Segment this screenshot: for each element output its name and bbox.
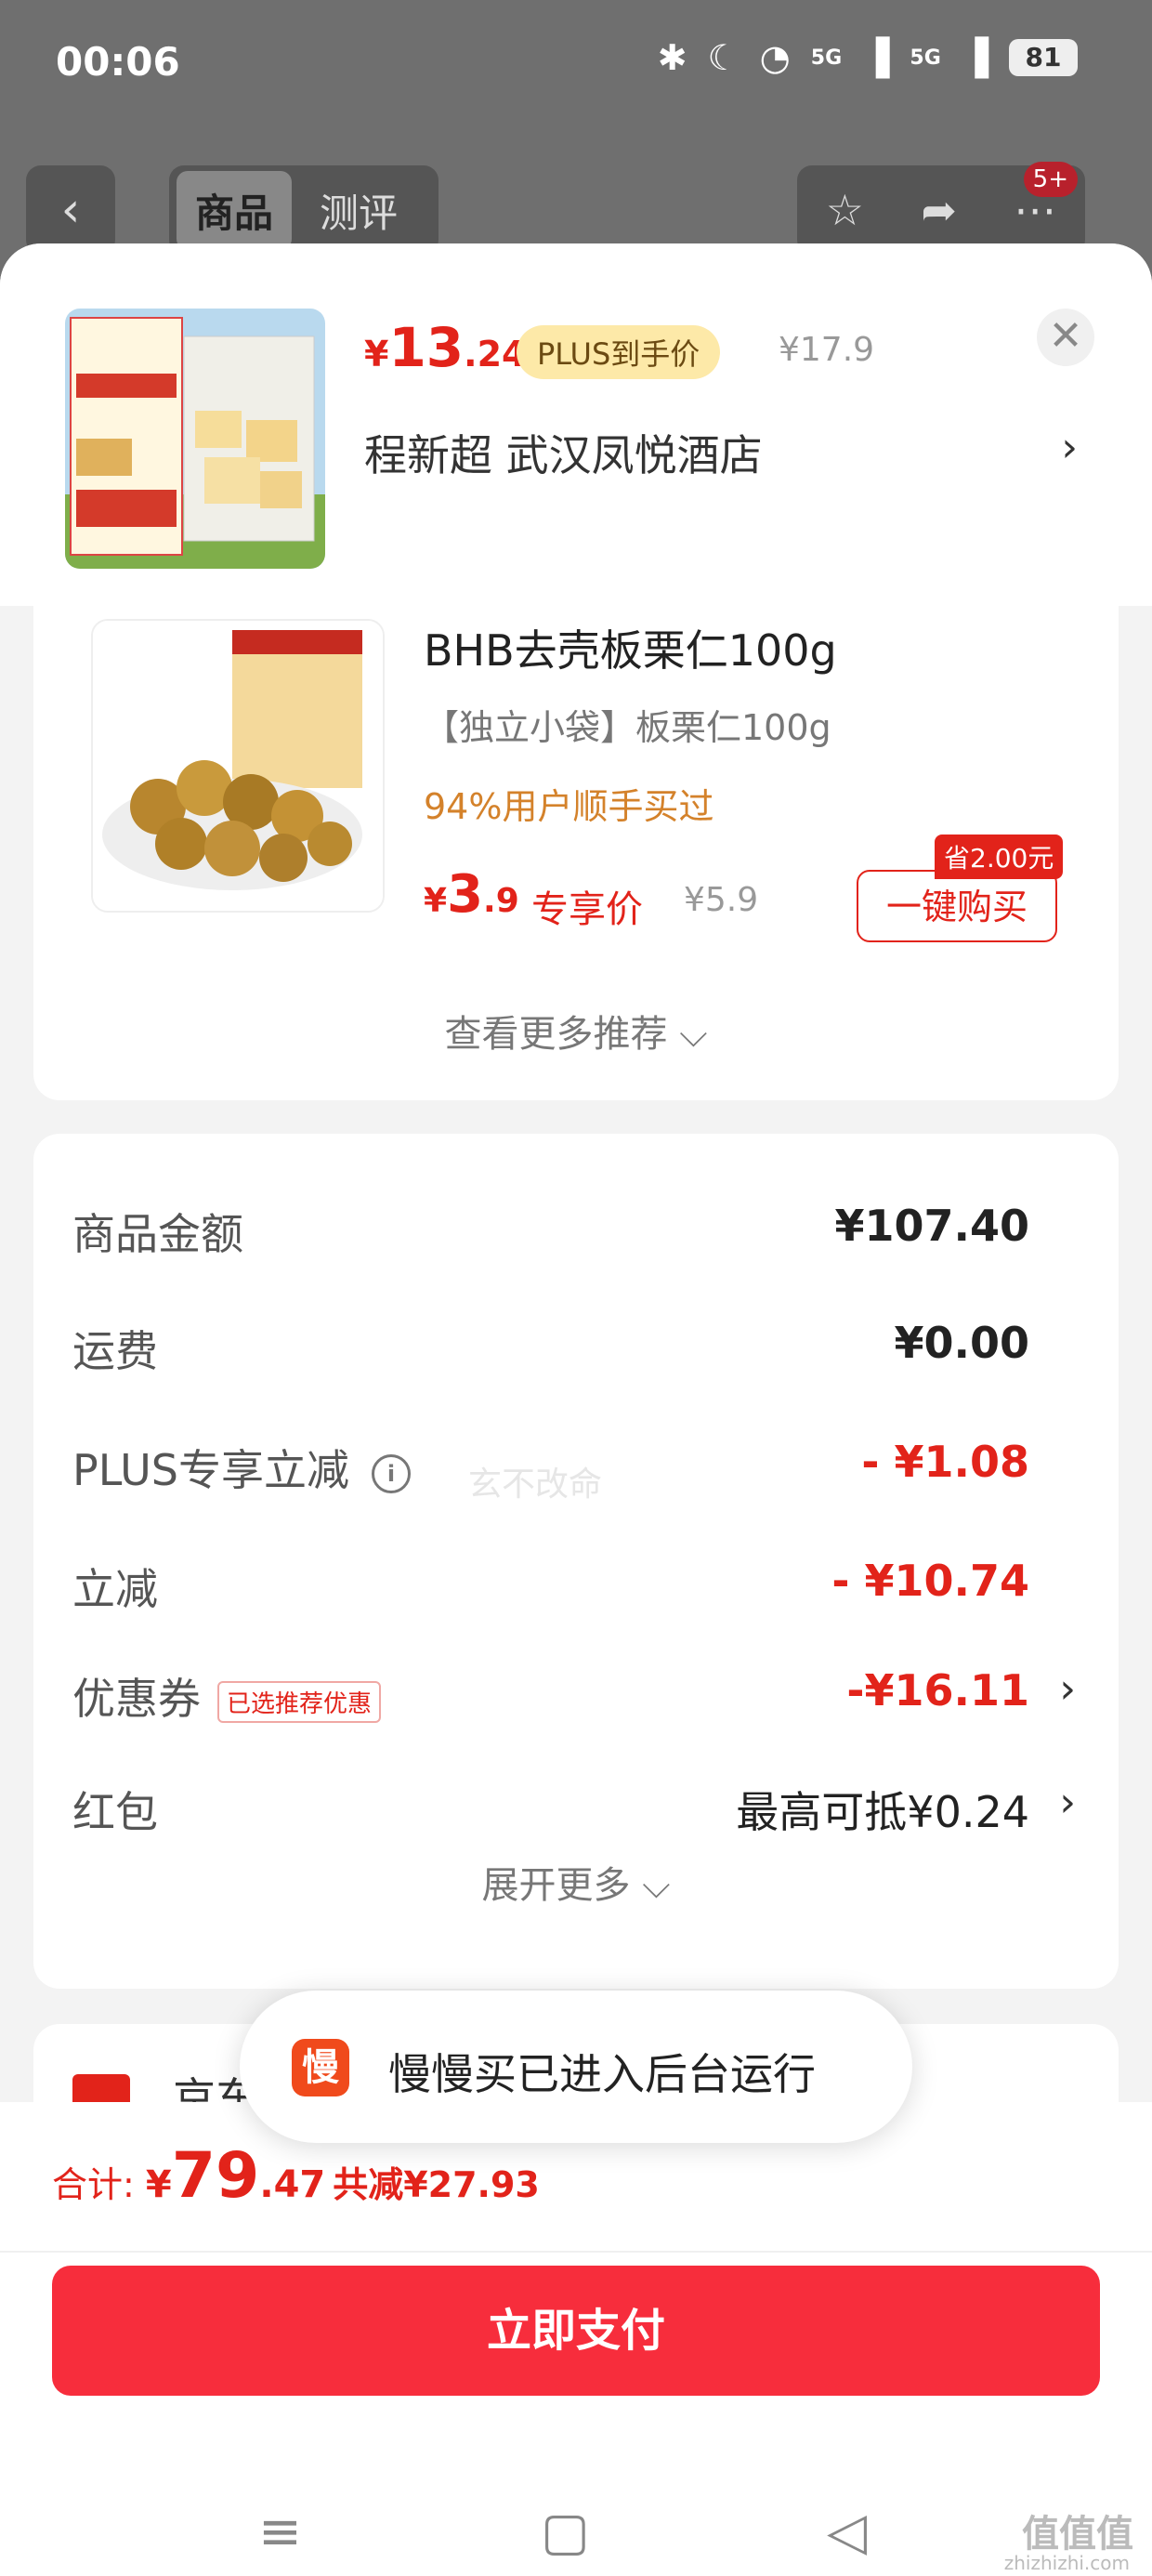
cost-row-shipping: 运费 ¥0.00 [33, 1318, 1119, 1411]
cost-breakdown-card: 玄不改命 商品金额 ¥107.40 运费 ¥0.00 PLUS专享立减 i - ¥… [33, 1134, 1119, 1989]
cost-value: ¥0.00 [894, 1318, 1029, 1368]
segment-tabs: 商品 测评 [169, 165, 439, 255]
cost-label: 运费 [72, 1326, 158, 1376]
bluetooth-icon: ✱ [657, 37, 687, 78]
product-header: ¥13.24 PLUS到手价 ¥17.9 ✕ 程新超 武汉凤悦酒店 › [0, 243, 1152, 606]
price-integer: 13 [388, 316, 465, 379]
back-button[interactable]: ‹ [26, 165, 115, 255]
cost-row-instant-discount: 立减 - ¥10.74 [33, 1556, 1119, 1649]
close-icon: ✕ [1048, 312, 1083, 360]
delivery-address[interactable]: 程新超 武汉凤悦酒店 [364, 422, 763, 483]
divider [0, 2251, 1152, 2253]
site-watermark-url: zhizhizhi.com [1003, 2552, 1130, 2574]
cost-row-plus-discount: PLUS专享立减 i - ¥1.08 [33, 1437, 1119, 1530]
recommendation-original-price: ¥5.9 [684, 881, 759, 919]
expand-more[interactable]: 展开更多 ⌵ [33, 1855, 1119, 1909]
toast-text: 慢慢买已进入后台运行 [388, 2049, 816, 2099]
tab-goods[interactable]: 商品 [177, 170, 293, 250]
coupon-tag: 已选推荐优惠 [217, 1681, 382, 1723]
close-button[interactable]: ✕ [1037, 309, 1094, 366]
cost-label-wrap: 优惠券 已选推荐优惠 [72, 1665, 382, 1727]
product-image [65, 309, 325, 569]
signal-bars-icon-2: ▐ [961, 37, 988, 78]
chevron-right-icon: › [1059, 1665, 1076, 1713]
total-decimal: .47 [259, 2163, 326, 2206]
wifi-icon: ◔ [759, 37, 791, 78]
chevron-right-icon: › [1059, 1779, 1076, 1826]
chevron-left-icon: ‹ [60, 182, 81, 238]
star-icon[interactable]: ☆ [826, 185, 864, 235]
toast: 慢 慢慢买已进入后台运行 [240, 1991, 912, 2143]
status-time: 00:06 [56, 39, 180, 85]
product-price: ¥13.24 [364, 316, 527, 379]
tab-review[interactable]: 测评 [301, 171, 416, 250]
cost-value: ¥107.40 [834, 1201, 1029, 1251]
system-navbar: ≡ ▢ ◁ [0, 2483, 1152, 2576]
pay-now-button[interactable]: 立即支付 [52, 2266, 1100, 2396]
chevron-right-icon[interactable]: › [1061, 424, 1078, 471]
message-badge: 5+ [1023, 162, 1078, 197]
total-saved: 共减¥27.93 [333, 2164, 540, 2205]
bottom-bar: 合计: ¥79.47 共减¥27.93 立即支付 ≡ ▢ ◁ [0, 2102, 1152, 2576]
total-integer: 79 [171, 2139, 260, 2213]
cost-value: -¥16.11 [846, 1665, 1029, 1715]
cost-label-wrap: PLUS专享立减 i [72, 1437, 411, 1498]
one-click-buy-button[interactable]: 一键购买 [857, 870, 1057, 942]
app-icon: 慢 [292, 2039, 349, 2096]
price-currency: ¥ [364, 334, 389, 375]
signal-bars-icon-1: ▐ [862, 37, 890, 78]
total-line: 合计: ¥79.47 共减¥27.93 [52, 2139, 540, 2213]
recommendation-subtitle: 【独立小袋】板栗仁100g [424, 707, 831, 748]
share-icon[interactable]: ➦ [921, 185, 957, 235]
site-watermark: 值值值 [1022, 2513, 1133, 2556]
original-price: ¥17.9 [779, 331, 875, 369]
moon-icon: ☾ [707, 37, 740, 78]
reco-price-integer: 3 [447, 864, 484, 925]
back-triangle-icon[interactable]: ◁ [827, 2502, 867, 2562]
cost-label: 红包 [72, 1787, 158, 1837]
cost-label: 立减 [72, 1564, 158, 1614]
recommendation-rate: 94%用户顺手买过 [424, 786, 714, 827]
recommendation-card: BHB去壳板栗仁100g 【独立小袋】板栗仁100g 94%用户顺手买过 ¥3.… [33, 606, 1119, 1100]
recommendation-price: ¥3.9 [424, 864, 519, 925]
right-tools: ☆ ➦ ⋯ 5+ [797, 162, 1085, 255]
checkout-sheet: ¥13.24 PLUS到手价 ¥17.9 ✕ 程新超 武汉凤悦酒店 › BHB去… [0, 243, 1152, 2576]
chevron-down-icon: ⌵ [679, 1013, 708, 1056]
cost-label: PLUS专享立减 [72, 1445, 349, 1495]
info-icon[interactable]: i [371, 1453, 411, 1493]
cost-row-coupon[interactable]: 优惠券 已选推荐优惠 -¥16.11 › [33, 1665, 1119, 1758]
chevron-down-icon: ⌵ [642, 1864, 671, 1907]
recommendation-image[interactable] [91, 619, 385, 913]
signal-5g-label-1: 5G [810, 46, 843, 70]
status-icons: ✱ ☾ ◔ 5G ▐ 5G ▐ 81 [658, 37, 1078, 78]
menu-icon[interactable]: ≡ [258, 2502, 302, 2562]
plus-price-tag: PLUS到手价 [517, 325, 721, 379]
status-bar: 00:06 ✱ ☾ ◔ 5G ▐ 5G ▐ 81 [0, 0, 1152, 139]
recommendation-title[interactable]: BHB去壳板栗仁100g [424, 617, 837, 678]
expand-more-label: 展开更多 [481, 1864, 631, 1907]
more-recommendations[interactable]: 查看更多推荐 ⌵ [33, 1004, 1119, 1058]
battery-indicator: 81 [1009, 39, 1078, 76]
cost-value: - ¥10.74 [831, 1556, 1029, 1606]
cost-value: 最高可抵¥0.24 [736, 1787, 1029, 1837]
more-recommendations-label: 查看更多推荐 [444, 1013, 668, 1056]
total-currency: ¥ [145, 2163, 172, 2206]
signal-5g-label-2: 5G [910, 46, 941, 70]
cost-row-goods-amount: 商品金额 ¥107.40 [33, 1201, 1119, 1294]
exclusive-price-label: 专享价 [531, 888, 643, 931]
cost-label: 商品金额 [72, 1209, 243, 1259]
cost-label: 优惠券 [72, 1674, 201, 1724]
home-icon[interactable]: ▢ [541, 2502, 590, 2562]
reco-price-currency: ¥ [424, 882, 448, 920]
reco-price-decimal: .9 [483, 882, 519, 920]
total-label: 合计: [52, 2164, 146, 2205]
save-badge: 省2.00元 [935, 835, 1064, 879]
cost-value: - ¥1.08 [861, 1437, 1029, 1487]
